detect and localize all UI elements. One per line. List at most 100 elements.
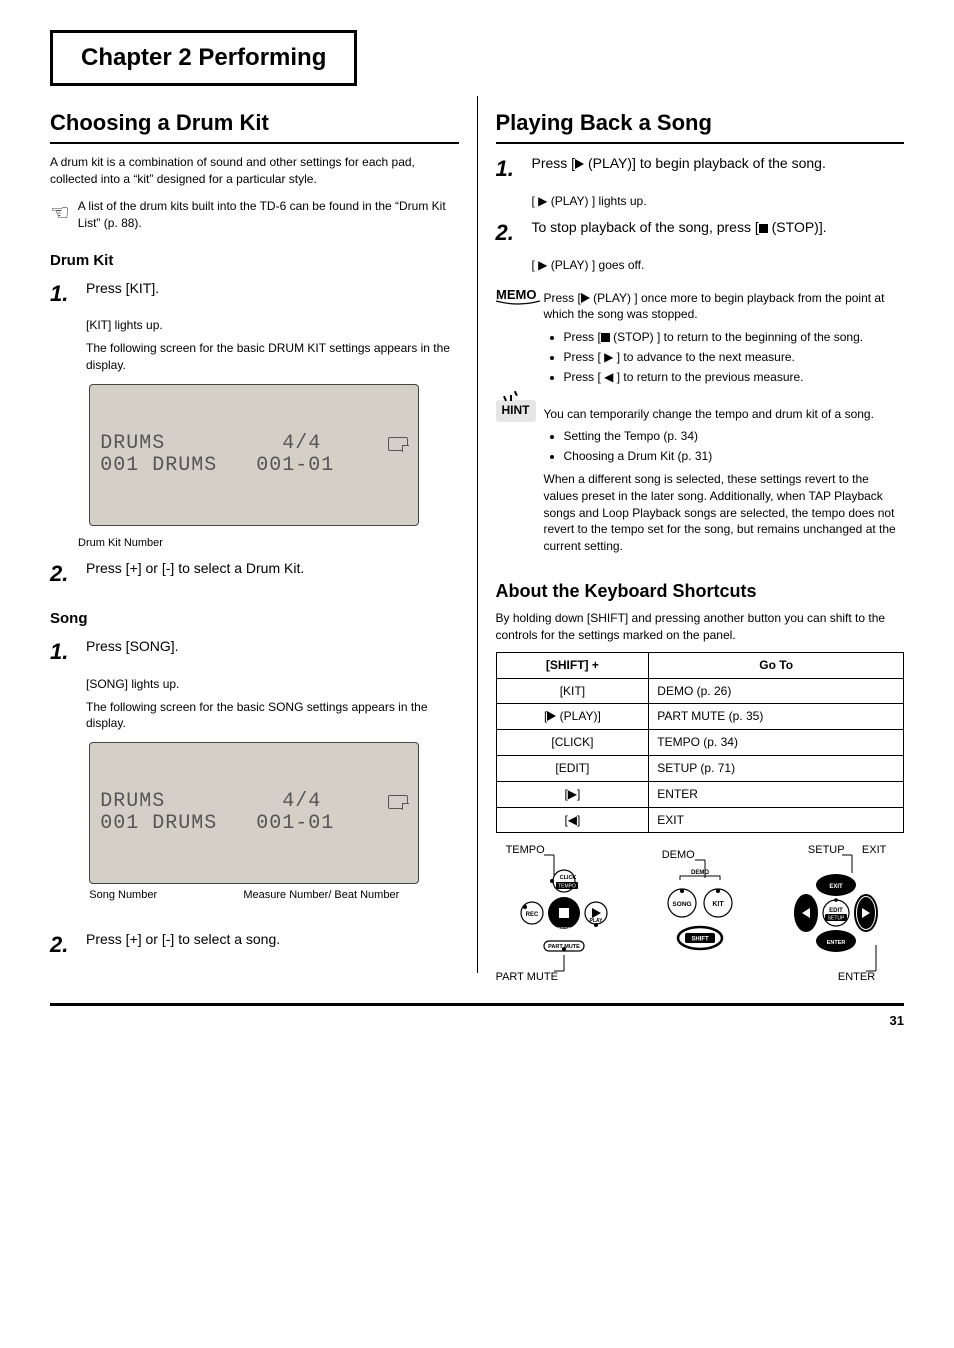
step-number: 1. — [50, 637, 86, 668]
step-number: 2. — [50, 559, 86, 590]
kit-step-2: 2. Press [+] or [-] to select a Drum Kit… — [50, 559, 459, 590]
play-icon — [575, 159, 584, 169]
cell-right: [▶] — [496, 781, 649, 807]
table-row: [KIT] DEMO (p. 26) — [496, 678, 904, 704]
step-number: 2. — [496, 218, 532, 249]
hint-li-tempo: Setting the Tempo (p. 34) — [564, 428, 905, 445]
table-head-shift: [SHIFT] + — [496, 652, 649, 678]
table-row: [◀] EXIT — [496, 807, 904, 833]
cell-partmute: PART MUTE (p. 35) — [649, 704, 904, 730]
page-number: 31 — [890, 1012, 904, 1030]
two-column-layout: Choosing a Drum Kit A drum kit is a comb… — [50, 96, 904, 974]
page-footer: 31 — [50, 1003, 904, 1030]
section-playing-song: Playing Back a Song — [496, 108, 905, 145]
memo-paragraph: Press [ (PLAY) ] once more to begin play… — [544, 290, 905, 324]
cell-demo: DEMO (p. 26) — [649, 678, 904, 704]
callout-exit: EXIT — [862, 843, 886, 858]
subheading-song: Song — [50, 608, 459, 629]
lcd-kit-screen: DRUMS 4/4 001 DRUMS 001-01 — [89, 384, 419, 526]
table-head-goto: Go To — [649, 652, 904, 678]
mode-cluster: SONG KIT DEMO SHIFT DEMO — [650, 858, 750, 968]
callout-enter: ENTER — [838, 970, 875, 985]
memo-li-prev: Press [ ◀ ] to return to the previous me… — [564, 369, 905, 386]
play-step2-result: [ ▶ (PLAY) ] goes off. — [532, 257, 905, 274]
step-number: 1. — [50, 279, 86, 310]
song-step1-result-a: [SONG] lights up. — [86, 676, 459, 693]
callout-setup: SETUP — [808, 843, 845, 858]
memo-li-stop: Press [ (STOP) ] to return to the beginn… — [564, 329, 905, 346]
kit-step1-result-a: [KIT] lights up. — [86, 317, 459, 334]
step-number: 2. — [50, 930, 86, 961]
hint-row: HINT You can temporarily change the temp… — [496, 400, 905, 561]
transport-cluster: STOP CLICK TEMPO REC PLAY — [504, 853, 624, 973]
play-step-1: 1. Press [ (PLAY)] to begin playback of … — [496, 154, 905, 185]
memo-li-next: Press [ ▶ ] to advance to the next measu… — [564, 349, 905, 366]
play-step-2: 2. To stop playback of the song, press [… — [496, 218, 905, 249]
table-row: [ (PLAY)] PART MUTE (p. 35) — [496, 704, 904, 730]
svg-text:ENTER: ENTER — [827, 940, 846, 946]
lcd-kit-bottom: 001 DRUMS 001-01 — [100, 455, 334, 477]
hand-note-text: A list of the drum kits built into the T… — [78, 198, 459, 232]
dpad-cluster: EXIT ENTER EDIT SETUP — [776, 853, 896, 973]
right-column: Playing Back a Song 1. Press [ (PLAY)] t… — [478, 96, 905, 974]
step-text: Press [SONG]. — [86, 637, 459, 657]
memo-icon: MEMO — [496, 284, 536, 306]
stop-icon — [601, 333, 610, 342]
step-text: Press [+] or [-] to select a song. — [86, 930, 459, 950]
cell-enter: ENTER — [649, 781, 904, 807]
table-row: [▶] ENTER — [496, 781, 904, 807]
lcd-kit-top: DRUMS 4/4 — [100, 433, 321, 455]
lcd-meter-icon — [388, 437, 408, 451]
svg-text:STOP: STOP — [557, 927, 571, 933]
svg-text:SHIFT: SHIFT — [691, 937, 709, 943]
shortcuts-intro: By holding down [SHIFT] and pressing ano… — [496, 610, 905, 644]
control-panel-figure: STOP CLICK TEMPO REC PLAY — [496, 853, 905, 973]
svg-text:DEMO: DEMO — [691, 870, 709, 876]
shortcuts-table: [SHIFT] + Go To [KIT] DEMO (p. 26) [ (PL… — [496, 652, 905, 834]
lcd-meter-icon — [388, 795, 408, 809]
svg-text:PART MUTE: PART MUTE — [548, 944, 580, 950]
table-row: [EDIT] SETUP (p. 71) — [496, 755, 904, 781]
callout-tempo: TEMPO — [506, 843, 545, 858]
kit-step-1: 1. Press [KIT]. — [50, 279, 459, 310]
stop-icon — [759, 224, 768, 233]
hint-p1: You can temporarily change the tempo and… — [544, 406, 905, 423]
lcd-song-screen: DRUMS 4/4 001 DRUMS 001-01 — [89, 742, 419, 884]
song-step1-result-b: The following screen for the basic SONG … — [86, 699, 459, 733]
play-icon — [581, 293, 590, 303]
cell-edit: [EDIT] — [496, 755, 649, 781]
section-choosing-kit: Choosing a Drum Kit — [50, 108, 459, 145]
hint-li-kit: Choosing a Drum Kit (p. 31) — [564, 448, 905, 465]
svg-text:EDIT: EDIT — [829, 908, 843, 914]
step-text: To stop playback of the song, press [ (S… — [532, 218, 905, 238]
cell-left: [◀] — [496, 807, 649, 833]
step-text: Press [+] or [-] to select a Drum Kit. — [86, 559, 459, 579]
cell-tempo: TEMPO (p. 34) — [649, 730, 904, 756]
pointing-hand-icon: ☞ — [50, 198, 70, 229]
callout-demo: DEMO — [662, 848, 695, 863]
step-text: Press [ (PLAY)] to begin playback of the… — [532, 154, 905, 174]
svg-text:REC: REC — [525, 912, 538, 918]
hint-icon: HINT — [496, 400, 536, 422]
svg-text:MEMO: MEMO — [496, 287, 536, 302]
cell-exit: EXIT — [649, 807, 904, 833]
subheading-drum-kit: Drum Kit — [50, 250, 459, 271]
play-step1-result: [ ▶ (PLAY) ] lights up. — [532, 193, 905, 210]
cell-play: [ (PLAY)] — [496, 704, 649, 730]
svg-text:CLICK: CLICK — [559, 875, 576, 881]
lcd-kit-caption: Drum Kit Number — [78, 536, 459, 551]
kit-intro: A drum kit is a combination of sound and… — [50, 154, 459, 188]
song-step-2: 2. Press [+] or [-] to select a song. — [50, 930, 459, 961]
memo-row: MEMO Press [ (PLAY) ] once more to begin… — [496, 284, 905, 390]
svg-text:EXIT: EXIT — [829, 884, 843, 890]
play-icon — [547, 711, 556, 721]
lcd-song-bottom: 001 DRUMS 001-01 — [100, 813, 334, 835]
step-number: 1. — [496, 154, 532, 185]
step-text: Press [KIT]. — [86, 279, 459, 299]
lcd-song-caption-right: Measure Number/ Beat Number — [243, 888, 399, 903]
hint-body: You can temporarily change the tempo and… — [544, 400, 905, 561]
cell-click: [CLICK] — [496, 730, 649, 756]
svg-text:KIT: KIT — [712, 901, 724, 908]
hand-note-row: ☞ A list of the drum kits built into the… — [50, 198, 459, 232]
svg-text:SETUP: SETUP — [828, 916, 845, 922]
